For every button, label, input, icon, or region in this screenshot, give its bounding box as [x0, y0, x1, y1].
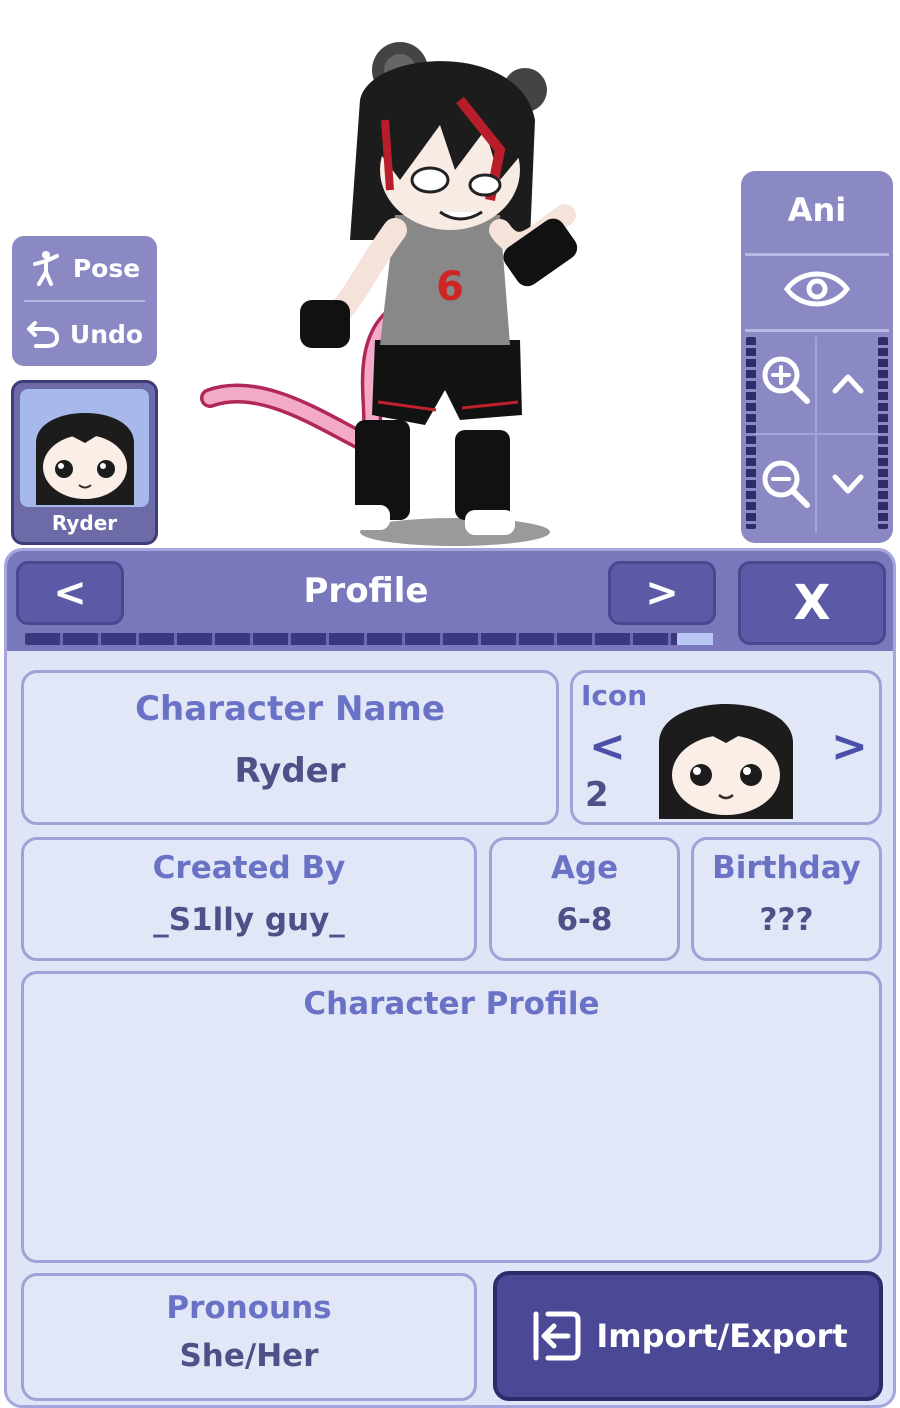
- divider: [745, 329, 889, 332]
- svg-text:6: 6: [436, 264, 464, 310]
- pose-undo-group: Pose Undo: [12, 236, 157, 366]
- icon-preview-avatar: [659, 704, 793, 819]
- icon-next-button[interactable]: >: [831, 721, 868, 772]
- birthday-field[interactable]: Birthday ???: [691, 837, 882, 961]
- chevron-up-icon[interactable]: [821, 357, 875, 411]
- undo-icon: [26, 321, 59, 348]
- chevron-down-icon[interactable]: [821, 457, 875, 511]
- prev-page-button[interactable]: <: [16, 561, 124, 625]
- import-export-label: Import/Export: [596, 1317, 848, 1355]
- character-avatar: [36, 413, 134, 505]
- zoom-in-icon[interactable]: [759, 353, 813, 407]
- profile-panel: < Profile > X Character Name Ryder Icon …: [4, 548, 896, 1408]
- page-progress-bar: [25, 633, 713, 645]
- divider: [815, 337, 817, 533]
- divider: [745, 253, 889, 256]
- created-by-field[interactable]: Created By _S1lly guy_: [21, 837, 477, 961]
- import-export-icon: [533, 1311, 581, 1361]
- character-name-title: Character Name: [135, 689, 445, 729]
- pose-label: Pose: [72, 253, 141, 283]
- pronouns-field[interactable]: Pronouns She/Her: [21, 1273, 477, 1401]
- character-figure: 6: [200, 42, 578, 546]
- pose-icon: [32, 251, 59, 286]
- age-title: Age: [550, 850, 619, 886]
- pose-button[interactable]: Pose: [12, 236, 157, 300]
- camera-control-panel: Ani: [741, 171, 893, 543]
- pronouns-value: She/Her: [179, 1338, 319, 1374]
- undo-button[interactable]: Undo: [12, 302, 157, 366]
- icon-title: Icon: [581, 679, 648, 712]
- age-value: 6-8: [556, 902, 613, 938]
- birthday-value: ???: [759, 902, 814, 938]
- icon-selector: Icon < 2 >: [570, 670, 882, 825]
- undo-label: Undo: [69, 319, 144, 349]
- zoom-out-icon[interactable]: [759, 457, 813, 511]
- character-profile-field[interactable]: Character Profile: [21, 971, 882, 1263]
- created-by-title: Created By: [152, 850, 346, 886]
- pronouns-title: Pronouns: [166, 1290, 332, 1326]
- created-by-value: _S1lly guy_: [153, 902, 345, 938]
- age-field[interactable]: Age 6-8: [489, 837, 680, 961]
- import-export-button[interactable]: Import/Export: [493, 1271, 883, 1401]
- vertical-scrollbar[interactable]: [878, 337, 888, 529]
- character-slot-name: Ryder: [51, 511, 118, 535]
- character-name-value: Ryder: [234, 751, 346, 791]
- panel-title: Profile: [303, 571, 429, 611]
- page-progress-current: [677, 633, 713, 645]
- ani-button[interactable]: Ani: [741, 191, 893, 229]
- next-page-button[interactable]: >: [608, 561, 716, 625]
- close-button[interactable]: X: [738, 561, 886, 645]
- character-slot-card[interactable]: Ryder: [11, 380, 158, 545]
- character-name-field[interactable]: Character Name Ryder: [21, 670, 559, 825]
- eye-icon[interactable]: [783, 267, 851, 311]
- icon-prev-button[interactable]: <: [589, 721, 626, 772]
- character-profile-title: Character Profile: [303, 986, 600, 1022]
- panel-header: < Profile > X: [7, 551, 893, 651]
- icon-number: 2: [585, 775, 609, 815]
- birthday-title: Birthday: [712, 850, 861, 886]
- divider: [755, 433, 879, 435]
